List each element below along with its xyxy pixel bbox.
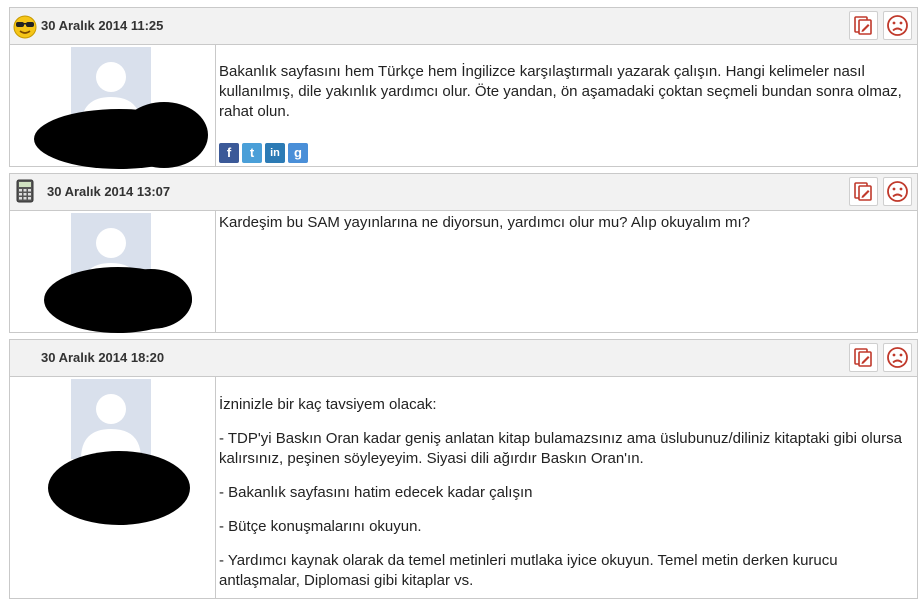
redaction-blob <box>110 269 192 329</box>
post-date: 30 Aralık 2014 13:07 <box>47 184 171 199</box>
comment-post: 30 Aralık 2014 18:20 İzninizle bir kaç t… <box>9 339 918 599</box>
dislike-button[interactable] <box>883 11 912 40</box>
sad-face-icon <box>887 181 908 202</box>
post-body: Bakanlık sayfasını hem Türkçe hem İngili… <box>10 45 917 169</box>
redaction-blob <box>120 102 208 168</box>
twitter-icon[interactable]: t <box>242 143 262 163</box>
author-column <box>10 211 216 333</box>
comment-post: 30 Aralık 2014 11:25 Bakanlık sayfasını … <box>9 7 918 169</box>
post-body: İzninizle bir kaç tavsiyem olacak: - TDP… <box>10 377 917 599</box>
report-button[interactable] <box>849 177 878 206</box>
post-date: 30 Aralık 2014 11:25 <box>41 18 164 33</box>
report-button[interactable] <box>849 343 878 372</box>
comment-post: 30 Aralık 2014 13:07 Kardeşim bu SAM yay… <box>9 173 918 333</box>
post-date: 30 Aralık 2014 18:20 <box>41 350 165 365</box>
post-paragraph: Bakanlık sayfasını hem Türkçe hem İngili… <box>219 63 902 120</box>
sad-face-icon <box>887 347 908 368</box>
report-icon <box>854 182 872 201</box>
avatar <box>71 379 151 459</box>
post-body: Kardeşim bu SAM yayınlarına ne diyorsun,… <box>10 211 917 333</box>
author-column <box>10 377 216 599</box>
share-buttons: f t in g <box>219 143 308 163</box>
redaction-blob <box>48 451 190 525</box>
post-paragraph: İzninizle bir kaç tavsiyem olacak: <box>219 396 437 413</box>
author-column <box>10 45 216 169</box>
facebook-icon[interactable]: f <box>219 143 239 163</box>
dislike-button[interactable] <box>883 177 912 206</box>
post-content: Bakanlık sayfasını hem Türkçe hem İngili… <box>219 62 909 122</box>
post-paragraph: - Bütçe konuşmalarını okuyun. <box>219 518 422 535</box>
post-header: 30 Aralık 2014 13:07 <box>10 174 917 211</box>
report-icon <box>854 16 872 35</box>
post-paragraph: - TDP'yi Baskın Oran kadar geniş anlatan… <box>219 430 902 467</box>
post-content: İzninizle bir kaç tavsiyem olacak: - TDP… <box>219 395 909 591</box>
calculator-icon <box>16 179 34 203</box>
post-paragraph: - Yardımcı kaynak olarak da temel metinl… <box>219 552 838 589</box>
report-icon <box>854 348 872 367</box>
google-plus-icon[interactable]: g <box>288 143 308 163</box>
linkedin-icon[interactable]: in <box>265 143 285 163</box>
sunglasses-smiley-icon <box>13 15 37 39</box>
post-header: 30 Aralık 2014 11:25 <box>10 8 917 45</box>
post-paragraph: - Bakanlık sayfasını hatim edecek kadar … <box>219 484 533 501</box>
post-paragraph: Kardeşim bu SAM yayınlarına ne diyorsun,… <box>219 214 751 231</box>
sad-face-icon <box>887 15 908 36</box>
dislike-button[interactable] <box>883 343 912 372</box>
post-header: 30 Aralık 2014 18:20 <box>10 340 917 377</box>
report-button[interactable] <box>849 11 878 40</box>
post-content: Kardeşim bu SAM yayınlarına ne diyorsun,… <box>219 213 909 233</box>
